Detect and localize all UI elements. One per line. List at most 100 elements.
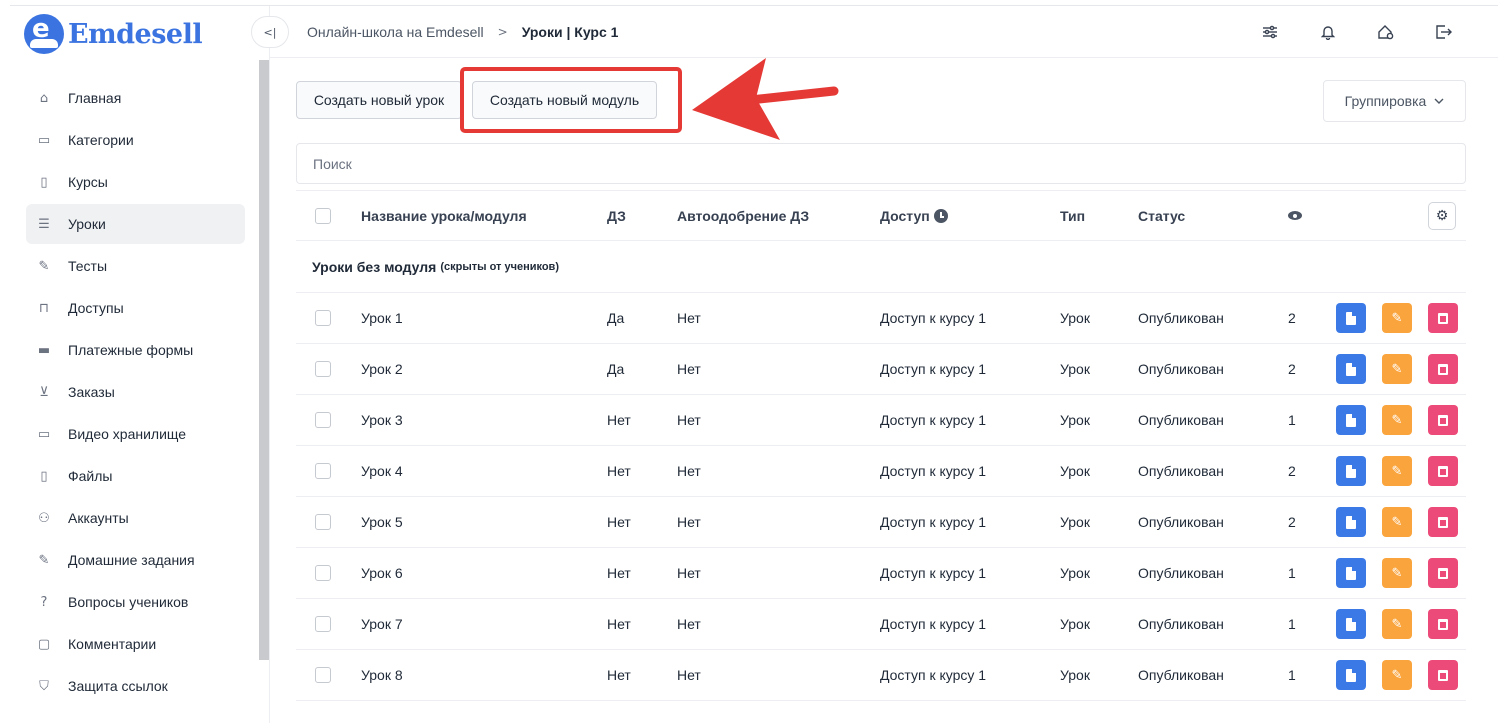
table-row[interactable]: Урок 7 Нет Нет Доступ к курсу 1 Урок Опублико…	[296, 599, 1466, 650]
shield-icon: ⛉	[39, 678, 49, 694]
row-checkbox[interactable]	[315, 616, 331, 632]
view-lesson-button[interactable]	[1336, 660, 1366, 690]
logout-icon[interactable]	[1434, 22, 1454, 42]
edit-lesson-button[interactable]: ✎	[1382, 558, 1412, 588]
delete-lesson-button[interactable]	[1428, 456, 1458, 486]
row-checkbox[interactable]	[315, 565, 331, 581]
table-row[interactable]: Урок 2 Да Нет Доступ к курсу 1 Урок Опубликов…	[296, 344, 1466, 395]
sidebar-item[interactable]: ⊓ Доступы	[26, 288, 245, 328]
table-row[interactable]: Урок 6 Нет Нет Доступ к курсу 1 Урок Опублико…	[296, 548, 1466, 599]
view-lesson-button[interactable]	[1336, 303, 1366, 333]
cell-status: Опубликован	[1138, 412, 1224, 428]
delete-lesson-button[interactable]	[1428, 660, 1458, 690]
breadcrumb-school[interactable]: Онлайн-школа на Emdesell	[307, 24, 484, 40]
cell-name[interactable]: Урок 5	[361, 497, 403, 547]
row-checkbox[interactable]	[315, 361, 331, 377]
delete-lesson-button[interactable]	[1428, 354, 1458, 384]
row-checkbox[interactable]	[315, 310, 331, 326]
cell-auto: Нет	[677, 616, 701, 632]
table-settings-button[interactable]: ⚙	[1428, 201, 1456, 230]
trash-icon	[1438, 516, 1448, 528]
cell-views: 1	[1288, 667, 1296, 683]
search-input[interactable]: Поиск	[296, 143, 1466, 184]
col-type-header[interactable]: Тип	[1060, 191, 1085, 240]
view-lesson-button[interactable]	[1336, 354, 1366, 384]
trash-icon	[1438, 669, 1448, 681]
sidebar-item[interactable]: ▯ Файлы	[26, 456, 245, 496]
delete-lesson-button[interactable]	[1428, 507, 1458, 537]
sidebar-scrollbar[interactable]	[259, 60, 269, 660]
sidebar-item-label: Платежные формы	[68, 342, 194, 358]
cell-name[interactable]: Урок 6	[361, 548, 403, 598]
view-lesson-button[interactable]	[1336, 456, 1366, 486]
cell-name[interactable]: Урок 3	[361, 395, 403, 445]
edit-lesson-button[interactable]: ✎	[1382, 354, 1412, 384]
edit-lesson-button[interactable]: ✎	[1382, 507, 1412, 537]
delete-lesson-button[interactable]	[1428, 558, 1458, 588]
sidebar-item-label: Аккаунты	[68, 510, 129, 526]
cell-name[interactable]: Урок 4	[361, 446, 403, 496]
view-lesson-button[interactable]	[1336, 558, 1366, 588]
trash-icon	[1438, 567, 1448, 579]
sidebar-item[interactable]: ▭ Категории	[26, 120, 245, 160]
edit-lesson-button[interactable]: ✎	[1382, 609, 1412, 639]
row-checkbox[interactable]	[315, 667, 331, 683]
delete-lesson-button[interactable]	[1428, 303, 1458, 333]
sidebar-item[interactable]: ▭ Видео хранилище	[26, 414, 245, 454]
cell-access: Доступ к курсу 1	[880, 667, 987, 683]
collapse-sidebar-button[interactable]: <|	[251, 16, 289, 48]
row-checkbox[interactable]	[315, 412, 331, 428]
cell-name[interactable]: Урок 8	[361, 650, 403, 700]
row-checkbox[interactable]	[315, 514, 331, 530]
cell-access: Доступ к курсу 1	[880, 361, 987, 377]
bell-icon[interactable]	[1318, 22, 1338, 42]
edit-lesson-button[interactable]: ✎	[1382, 456, 1412, 486]
sidebar-item[interactable]: ✎ Домашние задания	[26, 540, 245, 580]
sidebar-item[interactable]: ▯ Курсы	[26, 162, 245, 202]
col-auto-header[interactable]: Автоодобрение ДЗ	[677, 191, 809, 240]
col-status-header[interactable]: Статус	[1138, 191, 1185, 240]
table-row[interactable]: Урок 1 Да Нет Доступ к курсу 1 Урок Опубликов…	[296, 293, 1466, 344]
sidebar-item[interactable]: ⛉ Защита ссылок	[26, 666, 245, 706]
row-checkbox[interactable]	[315, 463, 331, 479]
breadcrumb-current: Уроки | Курс 1	[521, 24, 619, 40]
view-lesson-button[interactable]	[1336, 507, 1366, 537]
sidebar-item[interactable]: ✎ Тесты	[26, 246, 245, 286]
delete-lesson-button[interactable]	[1428, 405, 1458, 435]
table-row[interactable]: Урок 8 Нет Нет Доступ к курсу 1 Урок Опублико…	[296, 650, 1466, 701]
sidebar-item[interactable]: ⌂ Главная	[26, 78, 245, 118]
col-hw-header[interactable]: ДЗ	[607, 191, 626, 240]
create-lesson-button[interactable]: Создать новый урок	[296, 81, 462, 119]
cell-access: Доступ к курсу 1	[880, 463, 987, 479]
sliders-icon[interactable]	[1260, 22, 1280, 42]
sidebar-item[interactable]: ⚇ Аккаунты	[26, 498, 245, 538]
sidebar-item[interactable]: ☰ Уроки	[26, 204, 245, 244]
delete-lesson-button[interactable]	[1428, 609, 1458, 639]
logo[interactable]: e Emdesell	[24, 14, 203, 54]
sidebar-item[interactable]: ⊻ Заказы	[26, 372, 245, 412]
home-settings-icon[interactable]	[1376, 22, 1396, 42]
edit-lesson-button[interactable]: ✎	[1382, 405, 1412, 435]
sidebar-nav: ⌂ Главная ▭ Категории ▯ Курсы ☰ Уроки ✎ Тесты ⊓ Дос…	[26, 78, 245, 708]
col-name-header[interactable]: Название урока/модуля	[361, 191, 527, 240]
cell-type: Урок	[1060, 667, 1090, 683]
cell-name[interactable]: Урок 2	[361, 344, 403, 394]
sidebar-item-label: Вопросы учеников	[68, 594, 189, 610]
edit-lesson-button[interactable]: ✎	[1382, 303, 1412, 333]
table-row[interactable]: Урок 3 Нет Нет Доступ к курсу 1 Урок Опублико…	[296, 395, 1466, 446]
sidebar-item[interactable]: ▢ Комментарии	[26, 624, 245, 664]
grouping-dropdown[interactable]: Группировка	[1323, 80, 1466, 122]
col-access-header[interactable]: Доступ	[880, 191, 948, 240]
table-row[interactable]: Урок 5 Нет Нет Доступ к курсу 1 Урок Опублико…	[296, 497, 1466, 548]
sidebar-item[interactable]: ? Вопросы учеников	[26, 582, 245, 622]
sidebar-item-label: Комментарии	[68, 636, 157, 652]
view-lesson-button[interactable]	[1336, 405, 1366, 435]
select-all-checkbox[interactable]	[315, 207, 331, 224]
view-lesson-button[interactable]	[1336, 609, 1366, 639]
edit-lesson-button[interactable]: ✎	[1382, 660, 1412, 690]
cell-name[interactable]: Урок 7	[361, 599, 403, 649]
sidebar-item[interactable]: ▬ Платежные формы	[26, 330, 245, 370]
table-row[interactable]: Урок 4 Нет Нет Доступ к курсу 1 Урок Опублико…	[296, 446, 1466, 497]
cell-name[interactable]: Урок 1	[361, 293, 403, 343]
sidebar-item-label: Доступы	[68, 300, 124, 316]
